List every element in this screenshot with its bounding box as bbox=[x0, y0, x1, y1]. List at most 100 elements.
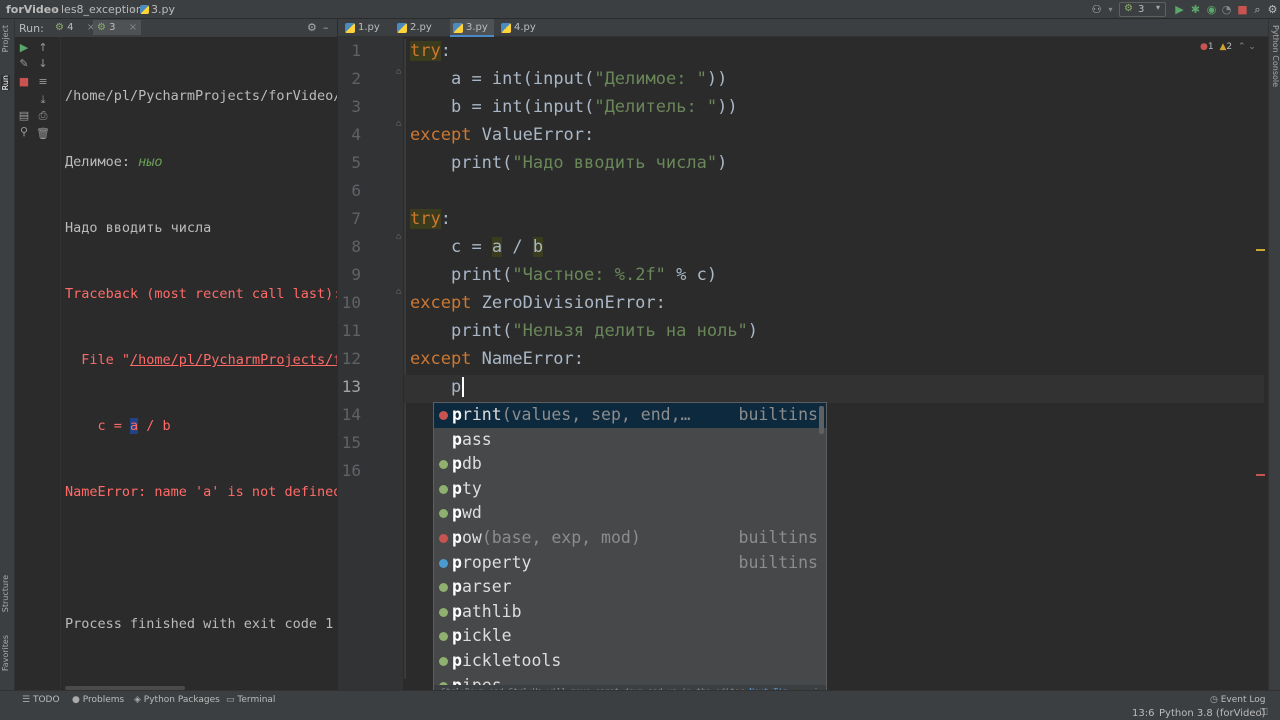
fold-icon[interactable]: ⌂ bbox=[396, 232, 401, 242]
caret-position[interactable]: 13:6 bbox=[1132, 708, 1154, 719]
completion-item[interactable]: pass bbox=[434, 428, 826, 453]
completion-source: builtins bbox=[738, 528, 818, 547]
tab-4-py[interactable]: 4.py bbox=[498, 19, 546, 37]
tool-tab-python-console[interactable]: Python Console bbox=[1271, 25, 1280, 87]
module-icon bbox=[439, 607, 448, 617]
run-config-select[interactable]: ⚙ 3 ▾ bbox=[1119, 2, 1166, 17]
completion-item[interactable]: pty bbox=[434, 477, 826, 502]
print-icon[interactable]: ⎙ bbox=[36, 109, 50, 123]
scroll-to-end-icon[interactable]: ⤓ bbox=[36, 93, 50, 107]
error-marker[interactable] bbox=[1256, 474, 1265, 476]
warning-marker[interactable] bbox=[1256, 249, 1265, 251]
popup-scrollbar[interactable] bbox=[819, 406, 824, 434]
completion-name: pow(base, exp, mod) bbox=[452, 526, 641, 551]
tab-2-py[interactable]: 2.py bbox=[394, 19, 442, 37]
add-user-icon[interactable]: ⚇ bbox=[1090, 3, 1103, 16]
problems-icon: ● bbox=[72, 695, 80, 705]
class-name: NameError bbox=[471, 349, 574, 369]
breadcrumb-project[interactable]: forVideo bbox=[6, 3, 59, 16]
scroll-up-icon[interactable]: ↑ bbox=[36, 41, 50, 55]
module-icon bbox=[439, 583, 448, 593]
typed-text: p bbox=[450, 377, 462, 397]
warning-count: 2 bbox=[1226, 42, 1233, 52]
tool-tab-structure[interactable]: Structure bbox=[1, 575, 10, 612]
python-file-icon bbox=[345, 23, 355, 33]
minimize-icon[interactable]: – bbox=[323, 21, 329, 34]
completion-item[interactable]: pickle bbox=[434, 624, 826, 649]
settings-icon[interactable]: ⚙ bbox=[1266, 3, 1279, 16]
tab-3-py[interactable]: 3.py bbox=[450, 19, 494, 37]
settings-icon[interactable]: ⚙ bbox=[307, 21, 317, 34]
run-icon[interactable]: ▶ bbox=[1173, 3, 1186, 16]
punct: : bbox=[440, 41, 451, 61]
fold-icon[interactable]: ⌂ bbox=[396, 119, 401, 129]
module-icon bbox=[439, 509, 448, 519]
run-tab-3[interactable]: ⚙ 3 × bbox=[93, 20, 142, 35]
punct: ( bbox=[584, 97, 595, 117]
completion-item[interactable]: pwd bbox=[434, 501, 826, 526]
completion-name: pickletools bbox=[452, 649, 561, 674]
right-tool-strip: Python Console bbox=[1268, 19, 1280, 690]
debug-icon[interactable]: ✱ bbox=[1189, 3, 1202, 16]
completion-item[interactable]: parser bbox=[434, 575, 826, 600]
stop-icon[interactable]: ■ bbox=[1236, 3, 1249, 16]
class-name: ZeroDivisionError bbox=[471, 293, 656, 313]
completion-name: pdb bbox=[452, 452, 482, 477]
completion-popup[interactable]: print(values, sep, end,… builtins pass pdb p… bbox=[433, 402, 827, 700]
inspection-widget[interactable]: ●1 ▲2 ⌃ ⌄ bbox=[1200, 42, 1256, 52]
completion-item[interactable]: print(values, sep, end,… builtins bbox=[434, 403, 826, 428]
python-config-icon: ⚙ bbox=[97, 22, 106, 33]
tool-tab-event-log[interactable]: ◷ Event Log bbox=[1210, 695, 1265, 705]
interpreter-selector[interactable]: Python 3.8 (forVideo) bbox=[1159, 708, 1266, 719]
search-icon[interactable]: ⌕ bbox=[1251, 3, 1264, 16]
completion-item[interactable]: pdb bbox=[434, 452, 826, 477]
tool-tab-terminal[interactable]: ▭ Terminal bbox=[226, 695, 275, 705]
completion-rest: rint bbox=[461, 405, 502, 424]
tool-tab-python-packages[interactable]: ◈ Python Packages bbox=[134, 695, 220, 705]
profile-icon[interactable]: ◔ bbox=[1220, 3, 1233, 16]
tool-tab-run[interactable]: Run bbox=[1, 75, 10, 91]
coverage-icon[interactable]: ◉ bbox=[1205, 3, 1218, 16]
completion-item[interactable]: pickletools bbox=[434, 649, 826, 674]
tool-tab-favorites[interactable]: Favorites bbox=[1, 635, 10, 671]
chevron-down-icon[interactable]: ▾ bbox=[1104, 3, 1117, 16]
stop-icon[interactable]: ■ bbox=[17, 75, 31, 89]
rerun-icon[interactable]: ▶ bbox=[17, 41, 31, 55]
console-output[interactable]: /home/pl/PycharmProjects/forVideo/ Делим… bbox=[65, 41, 337, 679]
layout-icon[interactable]: ▤ bbox=[17, 109, 31, 123]
tool-tab-problems[interactable]: ● Problems bbox=[72, 695, 124, 705]
tab-1-py[interactable]: 1.py bbox=[342, 19, 390, 37]
console-code-before: c = bbox=[65, 418, 131, 434]
soft-wrap-icon[interactable]: ≡ bbox=[36, 75, 50, 89]
navigation-bar: forVideo › les8_exception › 3.py ⚇ ▾ ⚙ 3… bbox=[0, 0, 1280, 19]
pin-icon[interactable]: ⚲ bbox=[17, 125, 31, 139]
tool-tab-project[interactable]: Project bbox=[1, 25, 10, 52]
trash-icon[interactable]: 🗑 bbox=[36, 127, 50, 141]
scroll-down-icon[interactable]: ↓ bbox=[36, 57, 50, 71]
wrench-icon[interactable]: ✎ bbox=[17, 57, 31, 71]
completion-item[interactable]: pow(base, exp, mod) builtins bbox=[434, 526, 826, 551]
traceback-file-link[interactable]: /home/pl/PycharmProjects/f bbox=[130, 352, 337, 368]
punct: : bbox=[440, 209, 451, 229]
punct: ( bbox=[522, 97, 533, 117]
breadcrumb-file[interactable]: 3.py bbox=[140, 3, 175, 16]
run-tab-4[interactable]: ⚙ 4 × bbox=[55, 22, 95, 33]
text-caret bbox=[462, 377, 465, 397]
lock-icon[interactable]: ⚿ bbox=[1260, 707, 1268, 718]
python-config-icon: ⚙ bbox=[55, 22, 64, 33]
function-name: print bbox=[450, 153, 503, 173]
code-line-9: print("Частное: %.2f" % c) bbox=[410, 261, 717, 289]
tool-tab-todo[interactable]: ☰ TODO bbox=[22, 695, 60, 705]
completion-item[interactable]: pathlib bbox=[434, 600, 826, 625]
fold-icon[interactable]: ⌂ bbox=[396, 67, 401, 77]
operator: % c) bbox=[665, 265, 718, 285]
completion-signature: (base, exp, mod) bbox=[481, 528, 641, 547]
operator: = bbox=[461, 97, 492, 117]
variable-unresolved: b bbox=[532, 237, 544, 257]
completion-item[interactable]: property builtins bbox=[434, 551, 826, 576]
line-number: 16 bbox=[341, 461, 361, 480]
fold-icon[interactable]: ⌂ bbox=[396, 287, 401, 297]
close-icon[interactable]: × bbox=[129, 22, 137, 33]
completion-rest: athlib bbox=[461, 601, 522, 621]
